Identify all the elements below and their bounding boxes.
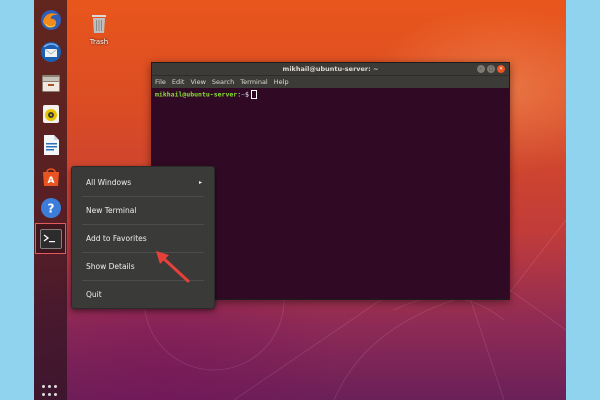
text-cursor <box>250 90 257 99</box>
desktop: A ? Trash mikhail@ubuntu-server: ~ – □ ✕… <box>34 0 566 400</box>
menu-item-label: Add to Favorites <box>86 233 147 243</box>
dock-item-firefox[interactable] <box>38 7 63 32</box>
context-menu: All Windows ▸ New Terminal Add to Favori… <box>71 166 215 309</box>
menu-item-label: All Windows <box>86 177 132 187</box>
dock-item-thunderbird[interactable] <box>38 39 63 64</box>
dock-item-files[interactable] <box>38 70 63 95</box>
dock-item-terminal[interactable] <box>35 223 66 254</box>
software-center-icon: A <box>42 167 59 186</box>
menu-item-label: Show Details <box>86 261 135 271</box>
firefox-icon <box>40 9 61 30</box>
svg-text:A: A <box>47 176 54 186</box>
minimize-button[interactable]: – <box>477 65 485 73</box>
prompt-symbol: $ <box>245 90 249 99</box>
dock: A ? <box>34 0 67 400</box>
close-button[interactable]: ✕ <box>497 65 505 73</box>
terminal-menubar: File Edit View Search Terminal Help <box>152 75 509 88</box>
dock-item-writer[interactable] <box>38 132 63 157</box>
menu-item-quit[interactable]: Quit <box>72 281 214 307</box>
terminal-titlebar[interactable]: mikhail@ubuntu-server: ~ – □ ✕ <box>152 63 509 75</box>
files-icon <box>41 74 60 92</box>
menu-item-show-details[interactable]: Show Details <box>72 253 214 279</box>
trash-icon <box>92 15 106 33</box>
help-icon: ? <box>40 197 61 218</box>
terminal-output[interactable]: mikhail@ubuntu-server:~$ <box>152 88 509 101</box>
dock-item-help[interactable]: ? <box>38 195 63 220</box>
menu-item-label: New Terminal <box>86 205 137 215</box>
terminal-icon <box>39 228 62 249</box>
rhythmbox-icon <box>42 104 59 123</box>
annotation-arrow-icon <box>156 251 190 283</box>
menu-item-add-to-favorites[interactable]: Add to Favorites <box>72 225 214 251</box>
thunderbird-icon <box>40 41 61 62</box>
menu-item-label: Quit <box>86 289 102 299</box>
prompt-user: mikhail@ubuntu-server <box>155 90 238 99</box>
menu-terminal[interactable]: Terminal <box>240 78 267 86</box>
libreoffice-writer-icon <box>43 134 59 155</box>
dock-item-rhythmbox[interactable] <box>38 101 63 126</box>
menu-edit[interactable]: Edit <box>172 78 185 86</box>
dock-item-software[interactable]: A <box>38 164 63 189</box>
desktop-trash[interactable]: Trash <box>83 12 115 46</box>
window-title: mikhail@ubuntu-server: ~ <box>282 65 379 73</box>
menu-item-all-windows[interactable]: All Windows ▸ <box>72 169 214 195</box>
maximize-button[interactable]: □ <box>487 65 495 73</box>
trash-label: Trash <box>89 38 109 46</box>
menu-help[interactable]: Help <box>274 78 289 86</box>
menu-view[interactable]: View <box>190 78 205 86</box>
submenu-arrow-icon: ▸ <box>198 178 202 186</box>
menu-item-new-terminal[interactable]: New Terminal <box>72 197 214 223</box>
menu-file[interactable]: File <box>155 78 166 86</box>
svg-text:?: ? <box>47 201 54 215</box>
show-applications-icon[interactable] <box>42 385 58 397</box>
menu-search[interactable]: Search <box>212 78 234 86</box>
